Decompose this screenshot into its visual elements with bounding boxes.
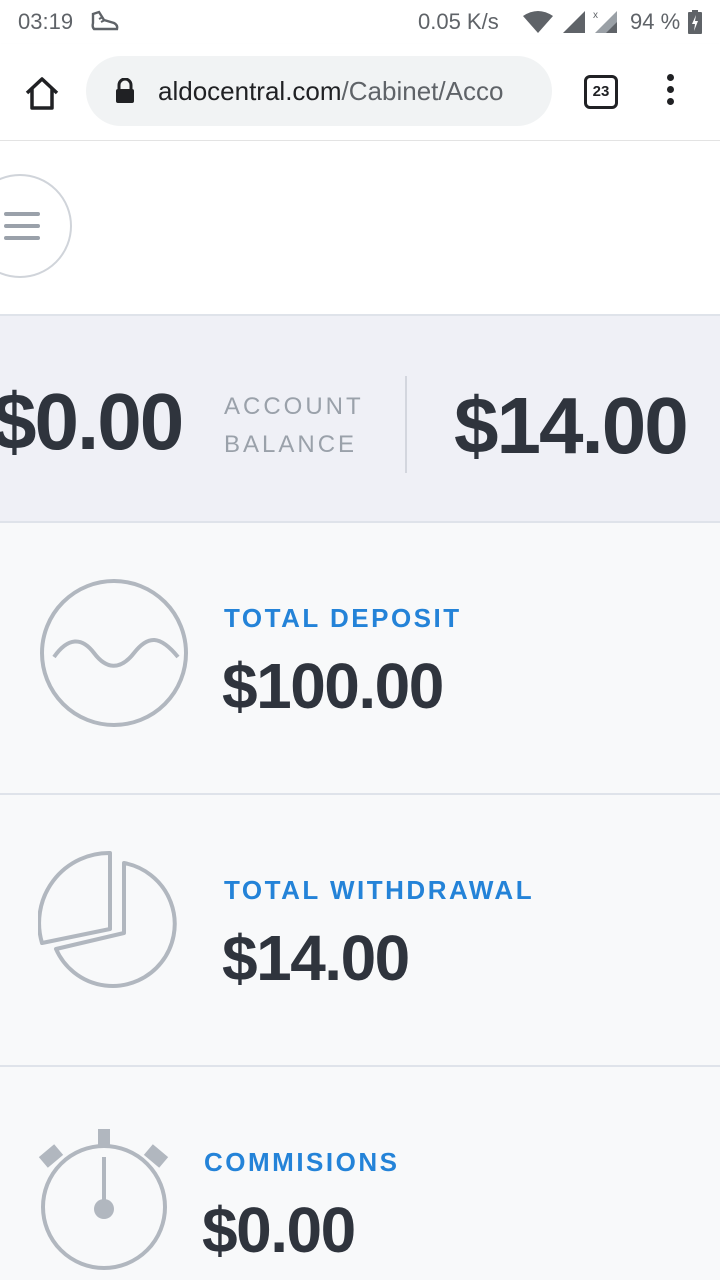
hamburger-bar-icon xyxy=(4,212,40,216)
stat-label: COMMISIONS xyxy=(204,1147,400,1177)
label-line-2: BALANCE xyxy=(224,431,358,458)
dot-icon xyxy=(666,86,674,93)
address-bar[interactable]: aldocentral.com/Cabinet/Acco xyxy=(86,56,552,126)
url-domain: aldocentral.com xyxy=(158,76,342,106)
account-balance-section: $0.00 ACCOUNT BALANCE $14.00 xyxy=(0,316,720,523)
site-header xyxy=(0,141,720,316)
signal-no-data-icon: x xyxy=(592,8,618,40)
stat-value: $0.00 xyxy=(202,1194,356,1266)
stat-label: TOTAL DEPOSIT xyxy=(224,603,462,633)
stat-value: $100.00 xyxy=(222,650,444,722)
url-path: /Cabinet/Acco xyxy=(341,76,504,106)
menu-toggle-button[interactable] xyxy=(0,174,72,278)
status-bar: 03:19 0.05 K/s x 94 % xyxy=(0,0,720,44)
label-line-1: ACCOUNT xyxy=(224,393,364,420)
commissions-card: COMMISIONS $0.00 xyxy=(0,1067,720,1280)
network-speed: 0.05 K/s xyxy=(418,9,499,34)
pie-chart-icon xyxy=(37,849,190,1006)
balance-amount-left: $0.00 xyxy=(0,377,184,466)
signal-icon xyxy=(562,10,586,40)
wifi-icon xyxy=(522,10,554,40)
hamburger-bar-icon xyxy=(4,236,40,240)
lock-icon xyxy=(114,77,136,109)
running-shoe-icon xyxy=(90,8,120,40)
status-time: 03:19 xyxy=(18,9,74,34)
url-text[interactable]: aldocentral.com/Cabinet/Acco xyxy=(158,76,538,108)
dot-icon xyxy=(666,74,674,81)
stat-label: TOTAL WITHDRAWAL xyxy=(224,875,535,905)
balance-amount-right: $14.00 xyxy=(454,381,689,470)
battery-level: 94 % xyxy=(630,9,681,34)
svg-text:x: x xyxy=(593,10,598,21)
more-options-button[interactable] xyxy=(662,74,678,114)
browser-toolbar: aldocentral.com/Cabinet/Acco 23 xyxy=(0,44,720,141)
dot-icon xyxy=(666,98,674,105)
stopwatch-icon xyxy=(36,1127,172,1282)
home-button[interactable] xyxy=(22,74,62,114)
total-withdrawal-card: TOTAL WITHDRAWAL $14.00 xyxy=(0,795,720,1067)
total-deposit-card: TOTAL DEPOSIT $100.00 xyxy=(0,523,720,795)
divider xyxy=(405,376,407,473)
home-icon xyxy=(25,77,59,110)
stat-value: $14.00 xyxy=(222,922,410,994)
battery-charging-icon xyxy=(688,10,702,40)
tab-switcher-button[interactable]: 23 xyxy=(584,75,618,109)
hamburger-bar-icon xyxy=(4,224,40,228)
wave-icon xyxy=(40,579,190,734)
account-balance-label: ACCOUNT BALANCE xyxy=(224,388,384,464)
